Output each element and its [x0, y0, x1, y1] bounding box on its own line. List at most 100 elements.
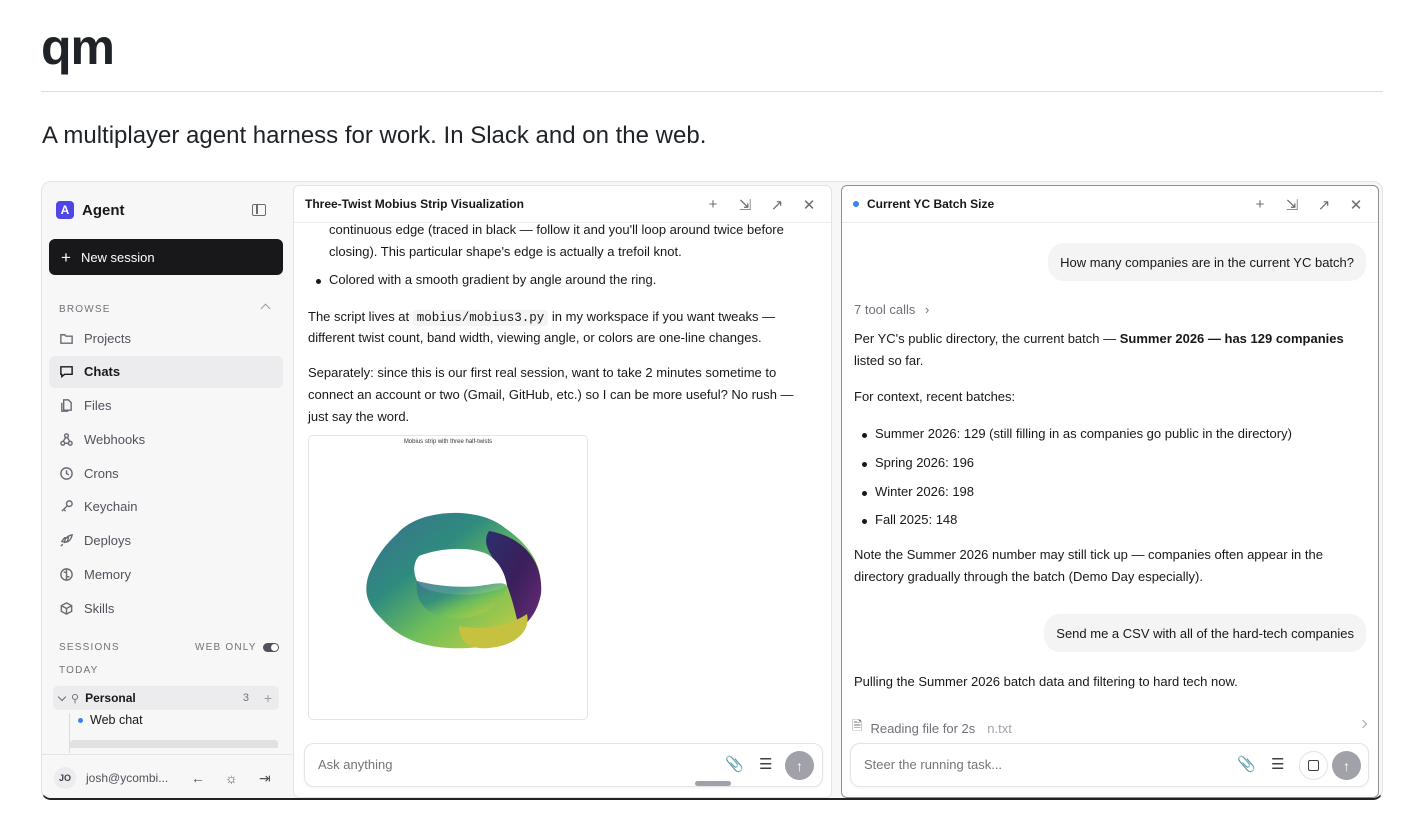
- logout-icon[interactable]: ⇥: [259, 770, 271, 787]
- sidebar-item-chats[interactable]: Chats: [49, 355, 283, 388]
- sidebar-item-label: Webhooks: [84, 431, 146, 447]
- reading-label: Reading file for 2s: [870, 720, 976, 736]
- person-icon: ⚲: [71, 692, 80, 705]
- folder-icon: [59, 331, 74, 346]
- reading-file: n.txt: [987, 720, 1012, 736]
- send-button[interactable]: ↑: [785, 751, 814, 780]
- sidebar-item-memory[interactable]: Memory: [49, 559, 283, 591]
- panel-title: Three-Twist Mobius Strip Visualization: [305, 197, 524, 211]
- expand-icon[interactable]: ↗: [761, 196, 793, 214]
- mobius-strip-graphic: [366, 512, 542, 649]
- sun-icon[interactable]: ☼: [225, 770, 238, 786]
- clock-icon: [59, 466, 74, 481]
- composer: 📎 ☰ ↑: [304, 743, 823, 787]
- message-text: Note the Summer 2026 number may still ti…: [854, 547, 1323, 562]
- group-name: Personal: [85, 691, 136, 705]
- list-item: Summer 2026: 129 (still filling in as co…: [862, 426, 1292, 441]
- plus-icon[interactable]: +: [697, 196, 729, 213]
- readme-title: qm: [41, 19, 115, 75]
- message-text: different twist count, band width, viewi…: [308, 330, 762, 345]
- sliders-icon[interactable]: ☰: [759, 755, 772, 773]
- file-icon: 🗎: [852, 718, 863, 733]
- tool-calls-toggle[interactable]: 7 tool calls ›: [854, 302, 929, 317]
- sidebar-item-webhooks[interactable]: Webhooks: [49, 423, 283, 455]
- user-message: Send me a CSV with all of the hard-tech …: [1044, 614, 1366, 652]
- key-icon: [59, 499, 74, 514]
- chevron-right-icon[interactable]: [1358, 719, 1368, 729]
- new-session-label: New session: [80, 249, 155, 265]
- list-item: Winter 2026: 198: [861, 484, 975, 499]
- brain-icon: [59, 567, 74, 582]
- chat-icon: [59, 364, 74, 379]
- paperclip-icon[interactable]: 📎: [1237, 755, 1256, 773]
- drag-handle[interactable]: [695, 781, 731, 786]
- message-text: The script lives at mobius/mobius3.py in…: [308, 306, 775, 329]
- user-email[interactable]: josh@ycombi...: [86, 771, 168, 785]
- code-path: mobius/mobius3.py: [412, 310, 549, 326]
- chevron-up-icon[interactable]: [260, 303, 271, 314]
- stop-button[interactable]: [1299, 751, 1328, 780]
- sidebar-item-projects[interactable]: Projects: [49, 322, 283, 354]
- mobius-plot-image[interactable]: Mobius strip with three half-twists: [308, 435, 588, 720]
- toggle-switch[interactable]: [262, 643, 279, 652]
- send-button[interactable]: ↑: [1332, 751, 1361, 780]
- message-text: Separately: since this is our first real…: [308, 365, 777, 380]
- paperclip-icon[interactable]: 📎: [725, 755, 744, 773]
- tool-status[interactable]: 🗎 Reading file for 2s n.txt: [852, 717, 1012, 739]
- running-status-icon: [853, 201, 859, 207]
- sidebar-item-keychain[interactable]: Keychain: [49, 491, 283, 523]
- collapse-icon[interactable]: ⇲: [1276, 196, 1308, 214]
- web-only-toggle[interactable]: WEB ONLY: [195, 642, 279, 653]
- message-text: listed so far.: [854, 353, 924, 368]
- arrow-left-icon[interactable]: ←: [191, 770, 205, 786]
- tool-calls-label: 7 tool calls: [854, 302, 916, 317]
- message-text: For context, recent batches:: [854, 389, 1016, 404]
- list-item: Fall 2025: 148: [861, 512, 958, 527]
- message-text: directory gradually through the batch (D…: [854, 569, 1204, 584]
- divider: [41, 91, 1383, 92]
- message-text: just say the word.: [308, 409, 410, 424]
- user-message: How many companies are in the current YC…: [1048, 243, 1366, 281]
- sidebar-item-label: Chats: [84, 364, 121, 380]
- message-text: Pulling the Summer 2026 batch data and f…: [854, 674, 1238, 689]
- close-icon[interactable]: ✕: [793, 196, 825, 214]
- avatar[interactable]: JO: [54, 767, 76, 789]
- chat-panel-mobius: Three-Twist Mobius Strip Visualization +…: [293, 185, 832, 798]
- sidebar-item-deploys[interactable]: Deploys: [49, 525, 283, 557]
- brand[interactable]: A Agent: [56, 201, 125, 219]
- sidebar-item-label: Crons: [84, 465, 119, 481]
- sliders-icon[interactable]: ☰: [1271, 755, 1284, 773]
- answer-text: Per YC's public directory, the current b…: [854, 331, 1120, 346]
- ask-input[interactable]: [318, 757, 638, 772]
- collapse-icon[interactable]: ⇲: [729, 196, 761, 214]
- user-footer: JO josh@ycombi... ← ☼ ⇥: [42, 754, 292, 798]
- brand-logo: A: [56, 201, 74, 219]
- close-icon[interactable]: ✕: [1340, 196, 1372, 214]
- sidebar-item-crons[interactable]: Crons: [49, 457, 283, 489]
- bullet-item: Colored with a smooth gradient by angle …: [315, 272, 657, 287]
- sidebar-toggle-icon[interactable]: [252, 204, 266, 216]
- sidebar-nav: Projects Chats Files Webhooks Crons Keyc…: [49, 322, 283, 626]
- files-icon: [59, 398, 74, 413]
- chat-panel-yc-batch: Current YC Batch Size + ⇲ ↗ ✕ How many c…: [841, 185, 1379, 798]
- expand-icon[interactable]: ↗: [1308, 196, 1340, 214]
- add-session-icon[interactable]: +: [264, 690, 272, 706]
- sidebar-item-label: Keychain: [84, 499, 138, 515]
- session-item-web-chat[interactable]: Web chat: [78, 713, 143, 727]
- app-screenshot: A Agent + New session BROWSE Projects Ch…: [41, 181, 1383, 800]
- sidebar-item-files[interactable]: Files: [49, 390, 283, 422]
- browse-heading: BROWSE: [59, 304, 111, 315]
- chevron-down-icon[interactable]: [57, 692, 67, 701]
- group-count: 3: [242, 692, 249, 704]
- webhook-icon: [59, 432, 74, 447]
- session-item-selected[interactable]: [70, 740, 278, 748]
- sidebar: A Agent + New session BROWSE Projects Ch…: [42, 182, 292, 798]
- steer-input[interactable]: [864, 757, 1184, 772]
- panel-controls: + ⇲ ↗ ✕: [697, 186, 825, 223]
- sidebar-item-label: Memory: [84, 567, 131, 583]
- panel-controls: + ⇲ ↗ ✕: [1244, 186, 1372, 223]
- session-group-personal[interactable]: ⚲ Personal 3 +: [53, 686, 279, 710]
- new-session-button[interactable]: + New session: [49, 239, 283, 275]
- sidebar-item-skills[interactable]: Skills: [49, 592, 283, 624]
- plus-icon[interactable]: +: [1244, 196, 1276, 213]
